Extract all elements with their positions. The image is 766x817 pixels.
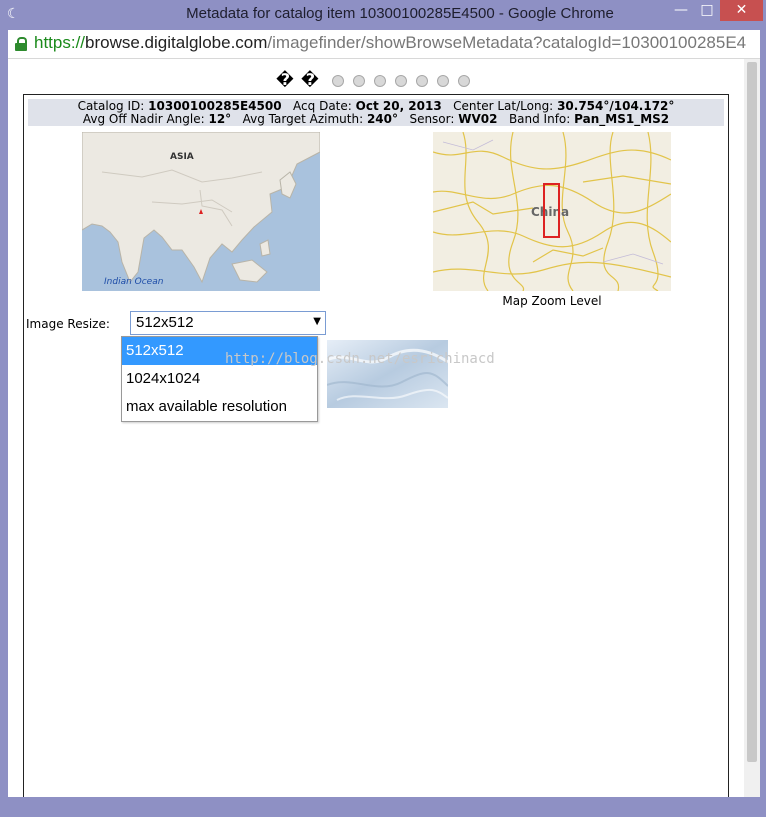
loading-moon-icon: ☾: [7, 6, 20, 22]
catalog-id-value: 10300100285E4500: [148, 99, 282, 113]
page-viewport: � � Catalog ID: 10300100285E4500 Acq Dat…: [8, 59, 744, 797]
overview-region-label: ASIA: [170, 152, 194, 162]
off-nadir-value: 12°: [208, 112, 232, 126]
acq-date-value: Oct 20, 2013: [355, 99, 442, 113]
image-resize-label: Image Resize:: [26, 317, 110, 331]
overview-map[interactable]: ASIA Indian Ocean: [82, 132, 320, 291]
pager-dot[interactable]: [374, 75, 386, 87]
image-resize-value: 512x512: [136, 314, 194, 331]
lock-icon: [15, 37, 27, 51]
vertical-scrollbar[interactable]: [744, 59, 760, 797]
azimuth-value: 240°: [366, 112, 398, 126]
close-button[interactable]: ✕: [720, 0, 763, 21]
overview-ocean-label: Indian Ocean: [104, 277, 164, 287]
title-bar[interactable]: ☾ Metadata for catalog item 10300100285E…: [0, 0, 766, 30]
footprint-box: [543, 183, 560, 238]
catalog-id-label: Catalog ID:: [77, 99, 145, 113]
image-resize-options: 512x512 1024x1024 max available resoluti…: [121, 336, 318, 422]
pager-dot[interactable]: [353, 75, 365, 87]
metadata-row-2: Avg Off Nadir Angle: 12° Avg Target Azim…: [28, 112, 724, 126]
pager-dot[interactable]: [395, 75, 407, 87]
maximize-button[interactable]: □: [694, 0, 720, 21]
pager-dot[interactable]: [437, 75, 449, 87]
off-nadir-label: Avg Off Nadir Angle:: [82, 112, 205, 126]
pager-dot[interactable]: [332, 75, 344, 87]
sensor-value: WV02: [458, 112, 498, 126]
center-label: Center Lat/Long:: [453, 99, 554, 113]
sensor-label: Sensor:: [409, 112, 455, 126]
metadata-panel: Catalog ID: 10300100285E4500 Acq Date: O…: [23, 94, 729, 797]
pager-glyph-2[interactable]: �: [301, 71, 319, 89]
scrollbar-thumb[interactable]: [747, 62, 757, 762]
pager-glyph-1[interactable]: �: [276, 71, 294, 89]
window-title: Metadata for catalog item 10300100285E45…: [186, 5, 614, 22]
pager-dot[interactable]: [458, 75, 470, 87]
window-bottom-border: [0, 797, 766, 817]
azimuth-label: Avg Target Azimuth:: [242, 112, 364, 126]
url-path: /imagefinder/showBrowseMetadata?catalogI…: [267, 33, 747, 52]
dropdown-arrow-icon: ▼: [313, 316, 321, 327]
minimize-button[interactable]: —: [668, 0, 694, 21]
image-resize-select[interactable]: 512x512 ▼: [130, 311, 326, 335]
pager-dot[interactable]: [416, 75, 428, 87]
option-1024[interactable]: 1024x1024: [122, 365, 317, 393]
center-value: 30.754°/104.172°: [557, 99, 675, 113]
url-text[interactable]: https://browse.digitalglobe.com/imagefin…: [34, 33, 746, 53]
watermark-text: http://blog.csdn.net/esrichinacd: [225, 351, 495, 367]
acq-date-label: Acq Date:: [293, 99, 352, 113]
address-bar[interactable]: https://browse.digitalglobe.com/imagefin…: [8, 30, 760, 59]
option-max-resolution[interactable]: max available resolution: [122, 393, 317, 421]
url-scheme: https://: [34, 33, 86, 52]
detail-map[interactable]: China: [433, 132, 671, 291]
browser-window: ☾ Metadata for catalog item 10300100285E…: [0, 0, 766, 817]
url-host: browse.digitalglobe.com: [85, 33, 268, 52]
map-zoom-label: Map Zoom Level: [502, 294, 602, 308]
overview-map-graphic: [82, 132, 320, 291]
metadata-header: Catalog ID: 10300100285E4500 Acq Date: O…: [28, 99, 724, 126]
band-label: Band Info:: [508, 112, 571, 126]
band-value: Pan_MS1_MS2: [574, 112, 670, 126]
metadata-row-1: Catalog ID: 10300100285E4500 Acq Date: O…: [28, 99, 724, 113]
